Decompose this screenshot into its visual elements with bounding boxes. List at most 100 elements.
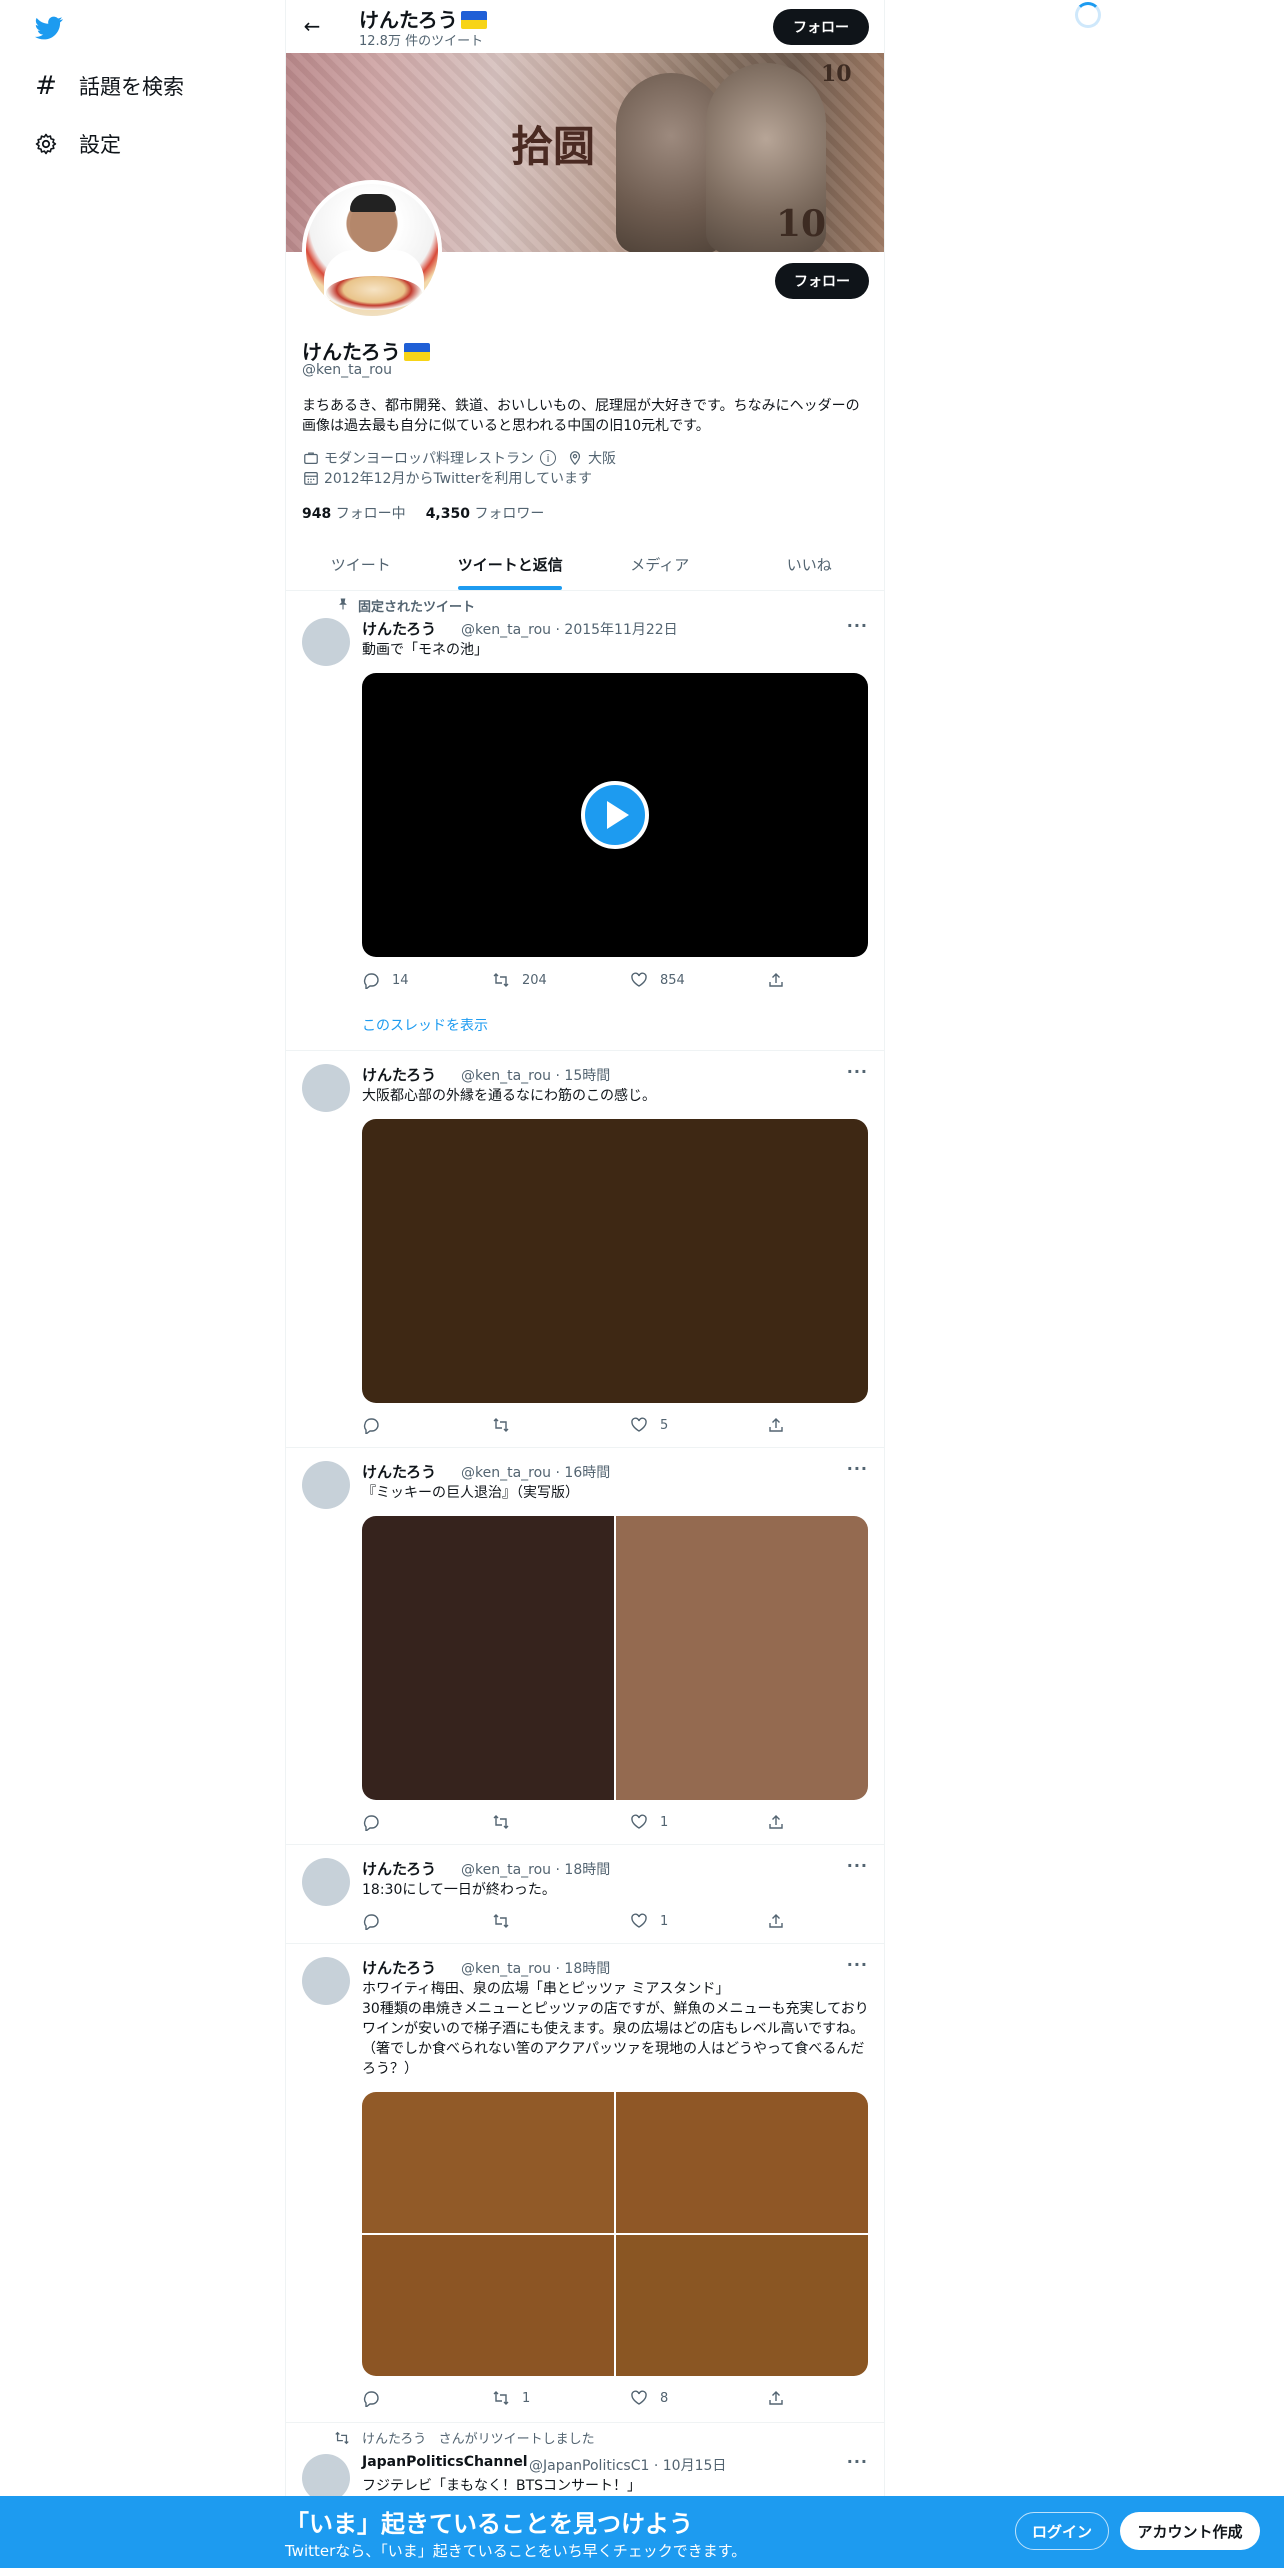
like-count: 8	[660, 2390, 669, 2406]
tweet-author[interactable]: JapanPoliticsChannel	[362, 2454, 528, 2470]
like-button[interactable]: 5	[630, 1416, 668, 1434]
share-button[interactable]	[767, 2389, 785, 2407]
top-follow-button[interactable]: フォロー	[773, 9, 869, 45]
more-options-icon[interactable]: ···	[847, 1856, 868, 1875]
tweet-time[interactable]: 16時間	[564, 1465, 610, 1481]
tweet-actions: 1 8	[362, 2389, 792, 2409]
like-count: 854	[660, 972, 685, 988]
share-button[interactable]	[767, 971, 785, 989]
tweet-photo[interactable]	[616, 2092, 868, 2233]
avatar[interactable]	[302, 1461, 350, 1509]
more-options-icon[interactable]: ···	[847, 1459, 868, 1478]
tab-likes[interactable]: いいね	[735, 538, 885, 590]
back-arrow-icon[interactable]: ←	[298, 12, 326, 40]
reply-button[interactable]	[362, 1416, 392, 1434]
tweet-handle[interactable]: @ken_ta_rou	[461, 1465, 551, 1481]
profile-category[interactable]: モダンヨーロッパ料理レストラン	[324, 448, 534, 468]
tweet-handle[interactable]: @ken_ta_rou	[461, 622, 551, 638]
like-button[interactable]: 1	[630, 1813, 668, 1831]
tweet-time[interactable]: 18時間	[564, 1961, 610, 1977]
tweet-author[interactable]: けんたろう	[362, 1858, 436, 1879]
nav-explore[interactable]: # 話題を検索	[33, 66, 184, 106]
tweet-photo[interactable]	[616, 2235, 868, 2376]
tweet-item[interactable]: JapanPoliticsChannel @JapanPoliticsC1 · …	[286, 2424, 884, 2502]
tweet-time[interactable]: 15時間	[564, 1068, 610, 1084]
more-options-icon[interactable]: ···	[847, 1955, 868, 1974]
tweet-photo[interactable]	[362, 2235, 614, 2376]
tweet-handle-time: @JapanPoliticsC1 · 10月15日	[529, 2458, 727, 2474]
tweet-author[interactable]: けんたろう	[362, 1064, 436, 1085]
retweet-button[interactable]: 1	[492, 2389, 530, 2407]
reply-button[interactable]	[362, 1813, 392, 1831]
tweet-author[interactable]: けんたろう	[362, 618, 436, 639]
avatar[interactable]	[302, 1858, 350, 1906]
tweet-photo[interactable]	[362, 1516, 614, 1800]
tab-tweets[interactable]: ツイート	[286, 538, 436, 590]
reply-button[interactable]: 14	[362, 971, 409, 989]
tweet-item[interactable]: けんたろう @ken_ta_rou · 15時間 ··· 大阪都心部の外縁を通る…	[286, 1052, 884, 1448]
tweet-time[interactable]: 10月15日	[663, 2458, 727, 2474]
share-button[interactable]	[767, 1416, 785, 1434]
tweet-actions: 14 204 854	[362, 971, 792, 991]
nav-settings[interactable]: 設定	[33, 124, 121, 164]
profile-avatar[interactable]	[302, 180, 442, 320]
tweet-item[interactable]: けんたろう @ken_ta_rou · 2015年11月22日 ··· 動画で「…	[286, 588, 884, 1051]
show-thread-link[interactable]: このスレッドを表示	[362, 1015, 488, 1035]
reply-button[interactable]	[362, 1912, 392, 1930]
reply-icon	[363, 2391, 379, 2407]
gear-icon	[33, 131, 59, 157]
reply-button[interactable]	[362, 2389, 392, 2407]
retweet-button[interactable]	[492, 1813, 522, 1831]
tweet-item[interactable]: けんたろう @ken_ta_rou · 18時間 ··· 18:30にして一日が…	[286, 1846, 884, 1944]
avatar[interactable]	[302, 2454, 350, 2502]
avatar[interactable]	[302, 1064, 350, 1112]
profile-joined: 2012年12月からTwitterを利用しています	[324, 471, 592, 487]
play-button-icon[interactable]	[581, 781, 649, 849]
signup-banner-subtitle: Twitterなら、「いま」起きていることをいち早くチェックできます。	[285, 2542, 747, 2560]
login-button[interactable]: ログイン	[1015, 2512, 1109, 2550]
profile-follow-button[interactable]: フォロー	[775, 263, 869, 299]
followers-stat[interactable]: 4,350 フォロワー	[426, 503, 545, 523]
tweet-handle[interactable]: @ken_ta_rou	[461, 1068, 551, 1084]
like-button[interactable]: 854	[630, 971, 685, 989]
tweet-text: ホワイティ梅田、泉の広場「串とピッツァ ミアスタンド」 30種類の串焼きメニュー…	[362, 1981, 869, 2077]
tweet-handle[interactable]: @JapanPoliticsC1	[529, 2458, 649, 2474]
following-stat[interactable]: 948 フォロー中	[302, 503, 406, 523]
tweet-text: 動画で「モネの池」	[362, 642, 488, 658]
like-button[interactable]: 8	[630, 2389, 668, 2407]
tweet-time[interactable]: 2015年11月22日	[564, 622, 677, 638]
tweet-photo[interactable]	[362, 1119, 868, 1403]
profile-category-row: モダンヨーロッパ料理レストラン i 大阪	[302, 448, 616, 468]
tweet-author[interactable]: けんたろう	[362, 1957, 436, 1978]
tweet-video[interactable]	[362, 673, 868, 957]
tweet-item[interactable]: けんたろう @ken_ta_rou · 16時間 ··· 『ミッキーの巨人退治』…	[286, 1449, 884, 1845]
retweet-button[interactable]	[492, 1416, 522, 1434]
more-options-icon[interactable]: ···	[847, 2452, 868, 2471]
tweet-handle[interactable]: @ken_ta_rou	[461, 1862, 551, 1878]
tweet-photo[interactable]	[616, 1516, 868, 1800]
signup-button[interactable]: アカウント作成	[1120, 2512, 1260, 2550]
retweet-count: 1	[522, 2390, 531, 2406]
more-options-icon[interactable]: ···	[847, 1062, 868, 1081]
avatar[interactable]	[302, 1957, 350, 2005]
tweet-item[interactable]: けんたろう @ken_ta_rou · 18時間 ··· ホワイティ梅田、泉の広…	[286, 1945, 884, 2423]
tweet-time[interactable]: 18時間	[564, 1862, 610, 1878]
tweet-handle[interactable]: @ken_ta_rou	[461, 1961, 551, 1977]
followers-count: 4,350	[425, 506, 470, 522]
avatar-hair	[350, 194, 396, 212]
like-button[interactable]: 1	[630, 1912, 668, 1930]
twitter-bird-icon[interactable]	[33, 14, 65, 42]
tweet-author[interactable]: けんたろう	[362, 1461, 436, 1482]
share-button[interactable]	[767, 1912, 785, 1930]
tweet-photo[interactable]	[362, 2092, 614, 2233]
info-icon[interactable]: i	[540, 450, 556, 466]
more-options-icon[interactable]: ···	[847, 616, 868, 635]
reply-icon	[363, 973, 379, 989]
share-button[interactable]	[767, 1813, 785, 1831]
tab-tweets-replies[interactable]: ツイートと返信	[436, 538, 586, 590]
avatar[interactable]	[302, 618, 350, 666]
retweet-button[interactable]: 204	[492, 971, 547, 989]
profile-bio: まちあるき、都市開発、鉄道、おいしいもの、屁理屈が大好きです。ちなみにヘッダーの…	[302, 398, 860, 434]
retweet-button[interactable]	[492, 1912, 522, 1930]
tab-media[interactable]: メディア	[585, 538, 735, 590]
